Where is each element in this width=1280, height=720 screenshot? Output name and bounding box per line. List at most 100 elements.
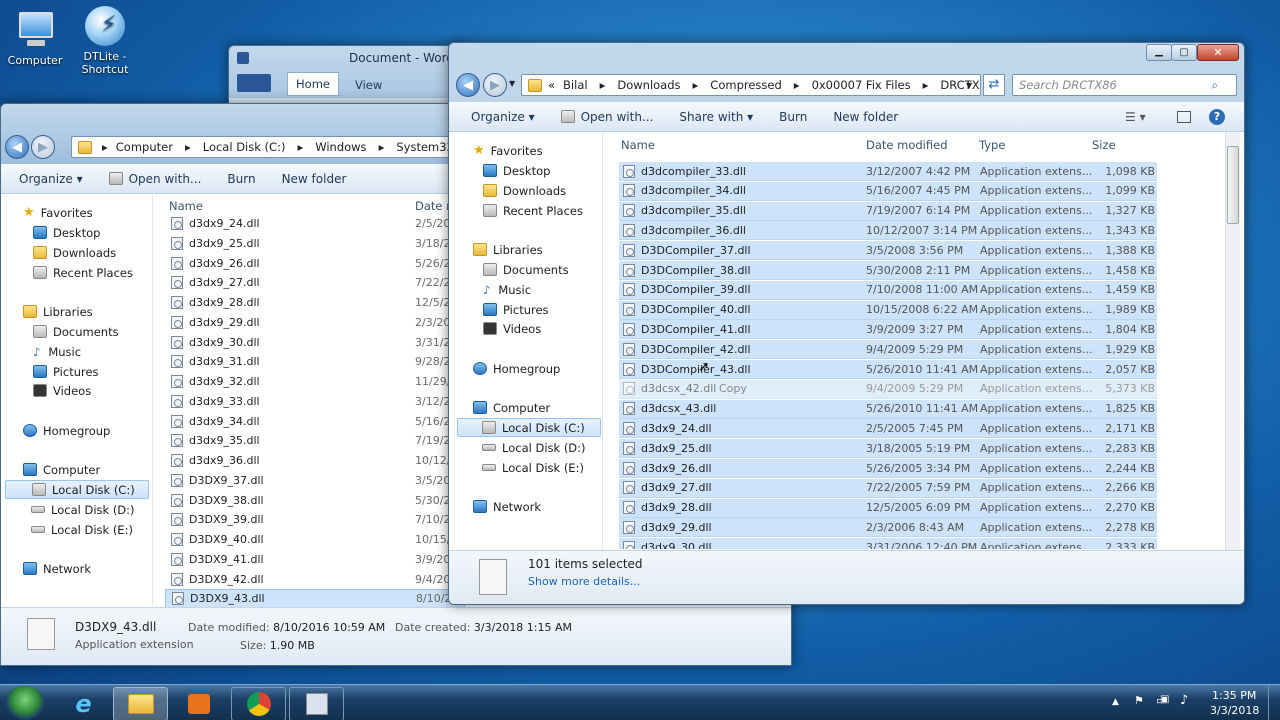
breadcrumb-fix-files[interactable]: 0x00007 Fix Files	[812, 78, 911, 92]
column-size[interactable]: Size	[1092, 138, 1116, 152]
nav-documents[interactable]: Documents	[33, 322, 119, 341]
volume-icon[interactable]: ♪	[1180, 693, 1188, 708]
nav-favorites[interactable]: ★ Favorites	[23, 203, 93, 222]
nav-music[interactable]: ♪ Music	[33, 342, 81, 361]
table-row[interactable]: d3dcsx_42.dll 9/4/2009 5:29 PM Application…	[619, 379, 1157, 399]
nav-videos[interactable]: Videos	[33, 381, 91, 400]
maximize-button[interactable]: ▢	[1171, 44, 1197, 61]
table-row[interactable]: D3DX9_37.dll 3/5/20	[165, 471, 455, 490]
table-row[interactable]: d3dx9_29.dll 2/3/20	[165, 313, 455, 332]
table-row[interactable]: d3dx9_30.dll 3/31/2	[165, 333, 455, 352]
start-button[interactable]	[5, 686, 45, 720]
address-bar[interactable]: ▸ Computer ▸ Local Disk (C:) ▸ Windows ▸ Sy…	[71, 136, 451, 158]
tray-arrow-icon[interactable]: ▲	[1112, 697, 1119, 707]
taskbar-chrome-button[interactable]	[231, 687, 286, 720]
table-row[interactable]: D3DX9_38.dll 5/30/2	[165, 491, 455, 510]
organize-button[interactable]: Organize ▾	[19, 172, 83, 186]
views-icon[interactable]: ☰ ▾	[1125, 110, 1146, 124]
table-row[interactable]: D3DCompiler_38.dll 5/30/2008 2:11 PM Appli…	[619, 261, 1157, 280]
nav-recent-places[interactable]: Recent Places	[483, 201, 583, 220]
breadcrumb-downloads[interactable]: Downloads	[617, 78, 680, 92]
preview-pane-icon[interactable]	[1177, 110, 1191, 123]
table-row[interactable]: d3dx9_25.dll 3/18/2	[165, 234, 455, 253]
taskbar-word-button[interactable]	[289, 687, 344, 720]
breadcrumb-compressed[interactable]: Compressed	[710, 78, 781, 92]
recent-pages-icon[interactable]: ▼	[509, 79, 515, 88]
close-button[interactable]: ✕	[1197, 44, 1239, 61]
table-row[interactable]: D3DX9_39.dll 7/10/2	[165, 510, 455, 529]
table-row[interactable]: d3dx9_31.dll 9/28/2	[165, 352, 455, 371]
breadcrumb-computer[interactable]: Computer	[116, 140, 173, 154]
taskbar-explorer-button[interactable]	[113, 687, 168, 720]
share-with-button[interactable]: Share with ▾	[679, 110, 753, 124]
table-row[interactable]: d3dx9_28.dll 12/5/2005 6:09 PM Application…	[619, 498, 1157, 518]
refresh-button[interactable]: ⇄	[983, 74, 1005, 96]
show-desktop-button[interactable]	[1268, 685, 1280, 720]
table-row[interactable]: d3dx9_25.dll 3/18/2005 5:19 PM Application…	[619, 439, 1157, 459]
table-row[interactable]: d3dx9_27.dll 7/22/2	[165, 273, 455, 292]
desktop-icon-dtlite[interactable]: ⚡ DTLite - Shortcut	[70, 4, 140, 76]
nav-local-disk-e[interactable]: Local Disk (E:)	[31, 520, 133, 539]
address-dropdown-icon[interactable]: ▼	[966, 81, 972, 90]
forward-button[interactable]: ▶	[31, 135, 55, 159]
burn-button[interactable]: Burn	[779, 110, 807, 124]
table-row[interactable]: d3dx9_26.dll 5/26/2	[165, 254, 455, 273]
nav-network[interactable]: Network	[473, 497, 541, 516]
table-row[interactable]: d3dx9_26.dll 5/26/2005 3:34 PM Application…	[619, 459, 1157, 478]
nav-libraries[interactable]: Libraries	[473, 240, 543, 259]
table-row[interactable]: D3DCompiler_42.dll 9/4/2009 5:29 PM Applic…	[619, 340, 1157, 360]
nav-local-disk-d[interactable]: Local Disk (D:)	[31, 500, 135, 519]
clock-time[interactable]: 1:35 PM	[1212, 689, 1256, 702]
table-row[interactable]: d3dcompiler_33.dll 3/12/2007 4:42 PM Appli…	[619, 162, 1157, 181]
nav-network[interactable]: Network	[23, 559, 91, 578]
new-folder-button[interactable]: New folder	[282, 172, 347, 186]
explorer-window-drctx86[interactable]: ▁ ▢ ✕ ◀ ▶ ▼ « Bilal ▸ Downloads ▸ Compress…	[448, 42, 1245, 605]
breadcrumb-system32[interactable]: System32	[396, 140, 450, 154]
nav-desktop[interactable]: Desktop	[483, 161, 550, 180]
nav-libraries[interactable]: Libraries	[23, 302, 93, 321]
nav-music[interactable]: ♪ Music	[483, 280, 531, 299]
table-row[interactable]: d3dx9_33.dll 3/12/2	[165, 392, 455, 411]
table-row[interactable]: d3dx9_32.dll 11/29/	[165, 372, 455, 391]
organize-button[interactable]: Organize ▾	[471, 110, 535, 124]
show-more-details-link[interactable]: Show more details...	[528, 575, 640, 588]
address-bar[interactable]: « Bilal ▸ Downloads ▸ Compressed ▸ 0x00007 …	[521, 74, 981, 96]
nav-favorites[interactable]: ★ Favorites	[473, 141, 543, 160]
nav-pictures[interactable]: Pictures	[33, 362, 99, 381]
network-tray-icon[interactable]: ▣	[1160, 694, 1169, 705]
scrollbar-thumb[interactable]	[1227, 146, 1239, 224]
new-folder-button[interactable]: New folder	[833, 110, 898, 124]
table-row[interactable]: D3DX9_43.dll 8/10/2	[165, 589, 465, 609]
table-row[interactable]: D3DCompiler_39.dll 7/10/2008 11:00 AM Appl…	[619, 280, 1157, 300]
table-row[interactable]: D3DCompiler_41.dll 3/9/2009 3:27 PM Applic…	[619, 320, 1157, 340]
back-button[interactable]: ◀	[456, 73, 480, 97]
breadcrumb-drctx86[interactable]: DRCTX86	[940, 78, 980, 92]
nav-local-disk-c[interactable]: Local Disk (C:)	[457, 418, 601, 437]
vertical-scrollbar[interactable]	[1225, 132, 1240, 550]
table-row[interactable]: D3DX9_42.dll 9/4/20	[165, 570, 455, 589]
minimize-button[interactable]: ▁	[1146, 44, 1172, 61]
open-with-button[interactable]: Open with...	[108, 172, 201, 186]
table-row[interactable]: d3dx9_24.dll 2/5/20	[165, 214, 455, 233]
desktop-icon-computer[interactable]: Computer	[0, 8, 70, 67]
table-row[interactable]: d3dx9_30.dll 3/31/2006 12:40 PM Applicatio…	[619, 538, 1157, 549]
nav-local-disk-e[interactable]: Local Disk (E:)	[482, 458, 584, 477]
help-icon[interactable]: ?	[1209, 108, 1225, 125]
nav-downloads[interactable]: Downloads	[483, 181, 566, 200]
taskbar-ie-button[interactable]: e	[56, 687, 111, 720]
forward-button[interactable]: ▶	[483, 73, 507, 97]
nav-homegroup[interactable]: Homegroup	[473, 359, 560, 378]
nav-desktop[interactable]: Desktop	[33, 223, 100, 242]
nav-videos[interactable]: Videos	[483, 319, 541, 338]
nav-recent-places[interactable]: Recent Places	[33, 263, 133, 282]
table-row[interactable]: D3DX9_41.dll 3/9/20	[165, 550, 455, 569]
search-input[interactable]: Search DRCTX86 ⌕	[1012, 74, 1237, 96]
column-date[interactable]: Date modified	[866, 138, 979, 152]
back-button[interactable]: ◀	[5, 135, 29, 159]
word-tab-view[interactable]: View	[355, 78, 382, 92]
table-row[interactable]: d3dx9_34.dll 5/16/2	[165, 412, 455, 431]
table-row[interactable]: d3dx9_35.dll 7/19/2	[165, 431, 455, 450]
breadcrumb-bilal[interactable]: Bilal	[563, 78, 588, 92]
nav-documents[interactable]: Documents	[483, 260, 569, 279]
table-row[interactable]: d3dcompiler_36.dll 10/12/2007 3:14 PM Appl…	[619, 221, 1157, 241]
